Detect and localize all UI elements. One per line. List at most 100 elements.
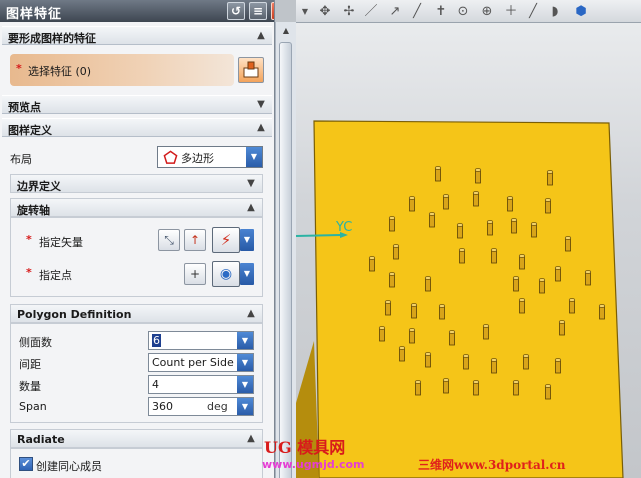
pan-icon[interactable]: ✢ — [340, 3, 358, 20]
pin-top — [442, 378, 450, 382]
pin — [491, 359, 497, 374]
scroll-up-icon[interactable]: ▲ — [278, 24, 294, 38]
move-icon[interactable]: ✥ — [316, 3, 334, 20]
face-point-icon[interactable]: ◗ — [546, 3, 564, 20]
pin-top — [558, 320, 566, 324]
chevron-up-icon[interactable]: ▲ — [244, 201, 258, 215]
section-pattern-def-header[interactable]: 图样定义 ▲ — [2, 118, 272, 137]
pin — [539, 279, 545, 294]
section-preview-header[interactable]: 预览点 ▼ — [2, 95, 272, 114]
endpoint-icon[interactable]: ↗ — [386, 3, 404, 20]
chevron-down-icon[interactable]: ▼ — [244, 177, 258, 191]
reverse-direction-button[interactable]: ⤡ — [158, 229, 180, 251]
pin — [569, 299, 575, 314]
span-unit: deg — [207, 400, 228, 413]
chevron-down-icon[interactable]: ▼ — [254, 98, 268, 112]
pin-top — [538, 278, 546, 282]
pin — [415, 381, 421, 396]
pin-top — [472, 191, 480, 195]
section-pattern-def-title: 图样定义 — [8, 124, 52, 137]
pin — [399, 347, 405, 362]
dialog-scrollbar[interactable]: ▲ — [275, 22, 296, 478]
arc-center-icon[interactable]: ⊙ — [454, 3, 472, 20]
pin — [487, 221, 493, 236]
spacing-select[interactable]: Count per Side ▼ — [148, 353, 254, 372]
rotation-axis-header[interactable]: 旋转轴 ▲ — [10, 198, 263, 217]
pin — [369, 257, 375, 272]
chevron-down-icon[interactable]: ▼ — [240, 229, 254, 251]
chevron-down-icon[interactable]: ▼ — [237, 332, 253, 349]
dialog-titlebar: 图样特征 ↺ ≡ ✕ — [0, 0, 274, 22]
pin-top — [518, 298, 526, 302]
pin — [389, 273, 395, 288]
pin-top — [398, 346, 406, 350]
sides-input[interactable]: 6 ▼ — [148, 331, 254, 350]
pin-top — [544, 384, 552, 388]
chevron-up-icon[interactable]: ▲ — [254, 29, 268, 43]
select-feature-row[interactable]: * 选择特征 (0) — [10, 54, 234, 86]
graphics-viewport[interactable]: YC — [296, 23, 641, 478]
curve-point-icon[interactable]: ╱ — [524, 3, 542, 20]
pin — [473, 381, 479, 396]
close-icon[interactable]: ✕ — [271, 2, 274, 20]
chevron-up-icon[interactable]: ▲ — [254, 121, 268, 135]
pin-top — [598, 304, 606, 308]
polygon-def-header[interactable]: Polygon Definition ▲ — [10, 304, 263, 323]
point-type-button[interactable]: ◉ — [212, 261, 240, 287]
chevron-down-icon[interactable]: ▼ — [237, 354, 253, 371]
midpoint-icon[interactable]: ╱ — [408, 3, 426, 20]
pin — [585, 271, 591, 286]
pin — [439, 305, 445, 320]
pin — [545, 199, 551, 214]
layout-select[interactable]: 多边形 ▼ — [157, 146, 263, 168]
pin — [379, 327, 385, 342]
section-preview-title: 预览点 — [8, 101, 41, 114]
count-label: 数量 — [19, 380, 41, 393]
toolbar-dropdown-icon[interactable]: ▼ — [296, 3, 314, 20]
span-label: Span — [19, 400, 47, 413]
pin — [425, 353, 431, 368]
boundary-def-header[interactable]: 边界定义 ▼ — [10, 174, 263, 193]
vector-type-button[interactable]: ⚡ — [212, 227, 240, 253]
pin-top — [458, 248, 466, 252]
pin-top — [506, 196, 514, 200]
scrollbar-thumb[interactable] — [279, 42, 292, 478]
layout-label: 布局 — [10, 153, 32, 166]
chevron-down-icon[interactable]: ▼ — [237, 398, 253, 415]
cube-view-icon[interactable]: ⬢ — [572, 3, 590, 20]
pin — [411, 304, 417, 319]
chevron-up-icon[interactable]: ▲ — [244, 307, 258, 321]
select-feature-button[interactable] — [238, 57, 264, 83]
vector-dialog-button[interactable]: ↑ — [184, 229, 206, 251]
pin-top — [448, 330, 456, 334]
radiate-header[interactable]: Radiate ▲ — [10, 429, 263, 448]
reset-icon[interactable]: ↺ — [227, 2, 245, 20]
span-input[interactable]: 360 deg ▼ — [148, 397, 254, 416]
snap-toolbar: ▼ ✥ ✢ ／ ↗ ╱ ✝ ⊙ ⊕ ＋ ╱ ◗ ⬢ — [296, 0, 641, 23]
chevron-down-icon[interactable]: ▼ — [237, 376, 253, 393]
chevron-down-icon[interactable]: ▼ — [246, 147, 262, 167]
existing-point-icon[interactable]: ＋ — [502, 3, 520, 20]
quadrant-icon[interactable]: ⊕ — [478, 3, 496, 20]
concentric-checkbox[interactable]: ✔ — [19, 457, 33, 471]
pin-top — [410, 303, 418, 307]
point-dialog-button[interactable]: + — [184, 263, 206, 285]
count-input[interactable]: 4 ▼ — [148, 375, 254, 394]
section-features-header[interactable]: 要形成图样的特征 ▲ — [2, 26, 272, 45]
intersection-icon[interactable]: ✝ — [432, 3, 450, 20]
chevron-down-icon[interactable]: ▼ — [240, 263, 254, 285]
pin — [513, 381, 519, 396]
pin — [513, 277, 519, 292]
chevron-up-icon[interactable]: ▲ — [244, 432, 258, 446]
pin-top — [564, 236, 572, 240]
line-icon[interactable]: ／ — [362, 3, 380, 20]
pin-top — [368, 256, 376, 260]
block-top-face — [313, 120, 624, 478]
pin — [393, 245, 399, 260]
spacing-label: 间距 — [19, 358, 41, 371]
pin — [457, 224, 463, 239]
pin — [389, 217, 395, 232]
required-mark: * — [26, 233, 32, 246]
watermark-ug: UG 模具网 — [264, 438, 346, 457]
menu-icon[interactable]: ≡ — [249, 2, 267, 20]
